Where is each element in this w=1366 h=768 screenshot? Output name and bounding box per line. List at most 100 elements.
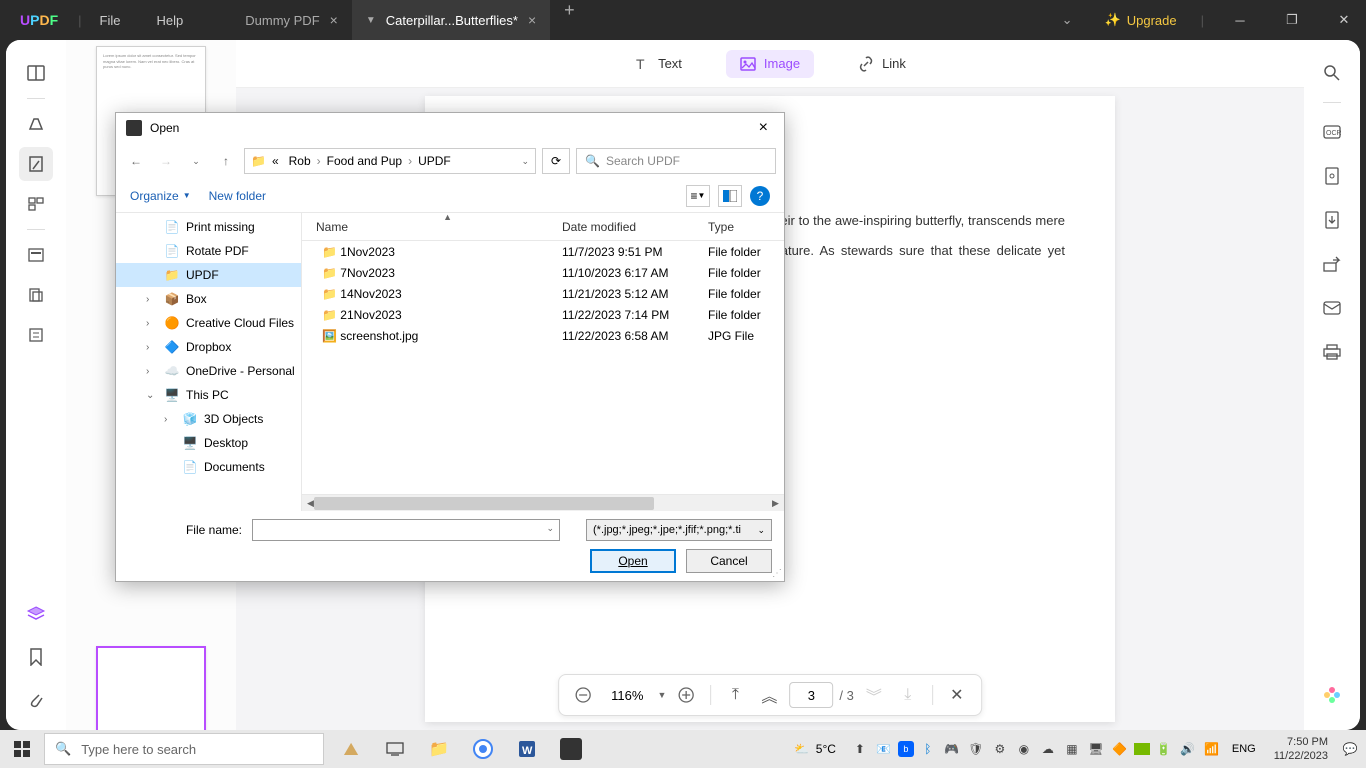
col-name[interactable]: Name▲ bbox=[302, 220, 562, 234]
nvidia-icon[interactable] bbox=[1134, 743, 1150, 755]
link-button[interactable]: Link bbox=[844, 50, 920, 78]
tree-item[interactable]: ›🔷Dropbox bbox=[116, 335, 301, 359]
redact-tool-icon[interactable] bbox=[19, 238, 53, 272]
breadcrumb[interactable]: Rob bbox=[285, 154, 315, 168]
chevron-down-icon[interactable]: ▼ bbox=[366, 15, 376, 26]
tray-app-icon[interactable]: ◉ bbox=[1014, 739, 1034, 759]
volume-icon[interactable]: 🔊 bbox=[1178, 739, 1198, 759]
next-page-button[interactable]: ︾ bbox=[860, 681, 888, 709]
start-button[interactable] bbox=[0, 730, 44, 768]
tray-app-icon[interactable]: 🖥 bbox=[1086, 739, 1106, 759]
zoom-out-button[interactable] bbox=[569, 681, 597, 709]
close-icon[interactable]: × bbox=[330, 12, 338, 28]
tab-dummy[interactable]: Dummy PDF × bbox=[231, 0, 352, 40]
tree-item[interactable]: 🖥️Desktop bbox=[116, 431, 301, 455]
chevron-down-icon[interactable]: ⌄ bbox=[521, 156, 529, 167]
ai-icon[interactable] bbox=[1317, 680, 1347, 710]
reader-tool-icon[interactable] bbox=[19, 56, 53, 90]
chevron-down-icon[interactable]: ⌄ bbox=[1048, 12, 1087, 28]
tree-item[interactable]: ⌄🖥️This PC bbox=[116, 383, 301, 407]
file-row[interactable]: 📁 7Nov202311/10/2023 6:17 AMFile folder bbox=[302, 262, 784, 283]
address-bar[interactable]: 📁 « Rob› Food and Pup› UPDF ⌄ bbox=[244, 148, 536, 174]
bluetooth-icon[interactable]: ᛒ bbox=[918, 739, 938, 759]
chevron-down-icon[interactable]: ▼ bbox=[657, 690, 666, 700]
col-date[interactable]: Date modified bbox=[562, 220, 708, 234]
ocr-icon[interactable]: OCR bbox=[1317, 117, 1347, 147]
form-tool-icon[interactable] bbox=[19, 318, 53, 352]
notifications-icon[interactable]: 💬 bbox=[1340, 739, 1360, 759]
forward-button[interactable]: → bbox=[154, 149, 178, 173]
taskbar-search[interactable]: 🔍 Type here to search bbox=[44, 733, 324, 765]
help-icon[interactable]: ? bbox=[750, 186, 770, 206]
tree-item[interactable]: ›🧊3D Objects bbox=[116, 407, 301, 431]
page-thumbnail[interactable] bbox=[96, 646, 206, 730]
layers-icon[interactable] bbox=[19, 598, 53, 632]
maximize-button[interactable]: ❐ bbox=[1270, 0, 1314, 40]
file-type-filter[interactable]: (*.jpg;*.jpeg;*.jpe;*.jfif;*.png;*.ti ⌄ bbox=[586, 519, 772, 541]
chevron-down-icon[interactable]: ⌄ bbox=[546, 523, 554, 534]
tray-app-icon[interactable]: b bbox=[898, 741, 914, 757]
close-zoom-button[interactable]: ✕ bbox=[943, 681, 971, 709]
search-input[interactable]: 🔍 Search UPDF bbox=[576, 148, 776, 174]
back-button[interactable]: ← bbox=[124, 149, 148, 173]
recent-dropdown[interactable]: ⌄ bbox=[184, 149, 208, 173]
tray-app-icon[interactable]: ⬆ bbox=[850, 739, 870, 759]
explorer-icon[interactable]: 📁 bbox=[418, 730, 460, 768]
email-icon[interactable] bbox=[1317, 293, 1347, 323]
clock[interactable]: 7:50 PM 11/22/2023 bbox=[1266, 735, 1336, 764]
menu-help[interactable]: Help bbox=[139, 13, 202, 28]
attachment-icon[interactable] bbox=[19, 682, 53, 716]
tree-item[interactable]: ›🟠Creative Cloud Files bbox=[116, 311, 301, 335]
crop-tool-icon[interactable] bbox=[19, 278, 53, 312]
breadcrumb[interactable]: UPDF bbox=[414, 154, 455, 168]
weather-icon[interactable]: ⛅ bbox=[792, 739, 812, 759]
tree-item[interactable]: 📄Rotate PDF bbox=[116, 239, 301, 263]
export-icon[interactable] bbox=[1317, 205, 1347, 235]
battery-icon[interactable]: 🔋 bbox=[1154, 739, 1174, 759]
refresh-button[interactable]: ⟳ bbox=[542, 148, 570, 174]
zoom-in-button[interactable] bbox=[672, 681, 700, 709]
file-row[interactable]: 📁 1Nov202311/7/2023 9:51 PMFile folder bbox=[302, 241, 784, 262]
add-tab-button[interactable]: + bbox=[550, 0, 589, 40]
new-folder-button[interactable]: New folder bbox=[209, 189, 266, 203]
tray-app-icon[interactable]: ▦ bbox=[1062, 739, 1082, 759]
cancel-button[interactable]: Cancel bbox=[686, 549, 772, 573]
search-icon[interactable] bbox=[1317, 58, 1347, 88]
weather-temp[interactable]: 5°C bbox=[816, 742, 836, 756]
tray-app-icon[interactable]: 🎮 bbox=[942, 739, 962, 759]
chrome-icon[interactable] bbox=[462, 730, 504, 768]
tree-item[interactable]: ›📦Box bbox=[116, 287, 301, 311]
menu-file[interactable]: File bbox=[82, 13, 139, 28]
image-button[interactable]: Image bbox=[726, 50, 814, 78]
tray-app-icon[interactable]: 📧 bbox=[874, 739, 894, 759]
file-row[interactable]: 📁 21Nov202311/22/2023 7:14 PMFile folder bbox=[302, 304, 784, 325]
onedrive-icon[interactable]: ☁ bbox=[1038, 739, 1058, 759]
share-icon[interactable] bbox=[1317, 249, 1347, 279]
last-page-button[interactable]: ⤓ bbox=[894, 681, 922, 709]
up-button[interactable]: ↑ bbox=[214, 149, 238, 173]
tree-item[interactable]: ›☁️OneDrive - Personal bbox=[116, 359, 301, 383]
filename-input[interactable] bbox=[252, 519, 560, 541]
view-button[interactable]: ≡ ▼ bbox=[686, 185, 710, 207]
organize-tool-icon[interactable] bbox=[19, 187, 53, 221]
updf-taskbar-icon[interactable] bbox=[550, 730, 592, 768]
text-button[interactable]: T Text bbox=[620, 50, 696, 78]
breadcrumb[interactable]: « bbox=[268, 154, 283, 168]
highlight-tool-icon[interactable] bbox=[19, 107, 53, 141]
tray-app-icon[interactable]: ⚙ bbox=[990, 739, 1010, 759]
bookmark-icon[interactable] bbox=[19, 640, 53, 674]
close-button[interactable]: ✕ bbox=[1322, 0, 1366, 40]
tree-item[interactable]: 📄Print missing bbox=[116, 215, 301, 239]
print-icon[interactable] bbox=[1317, 337, 1347, 367]
preview-button[interactable] bbox=[718, 185, 742, 207]
cortana-icon[interactable]: ⛰ bbox=[330, 730, 372, 768]
tray-app-icon[interactable]: 🛡 bbox=[966, 739, 986, 759]
prev-page-button[interactable]: ︽ bbox=[755, 681, 783, 709]
task-view-icon[interactable] bbox=[374, 730, 416, 768]
tray-app-icon[interactable]: 🔶 bbox=[1110, 739, 1130, 759]
horizontal-scrollbar[interactable]: ◀ ▶ bbox=[302, 494, 784, 511]
tree-item[interactable]: 📁UPDF bbox=[116, 263, 301, 287]
word-icon[interactable]: W bbox=[506, 730, 548, 768]
close-icon[interactable]: × bbox=[528, 12, 536, 28]
breadcrumb[interactable]: Food and Pup bbox=[323, 154, 406, 168]
